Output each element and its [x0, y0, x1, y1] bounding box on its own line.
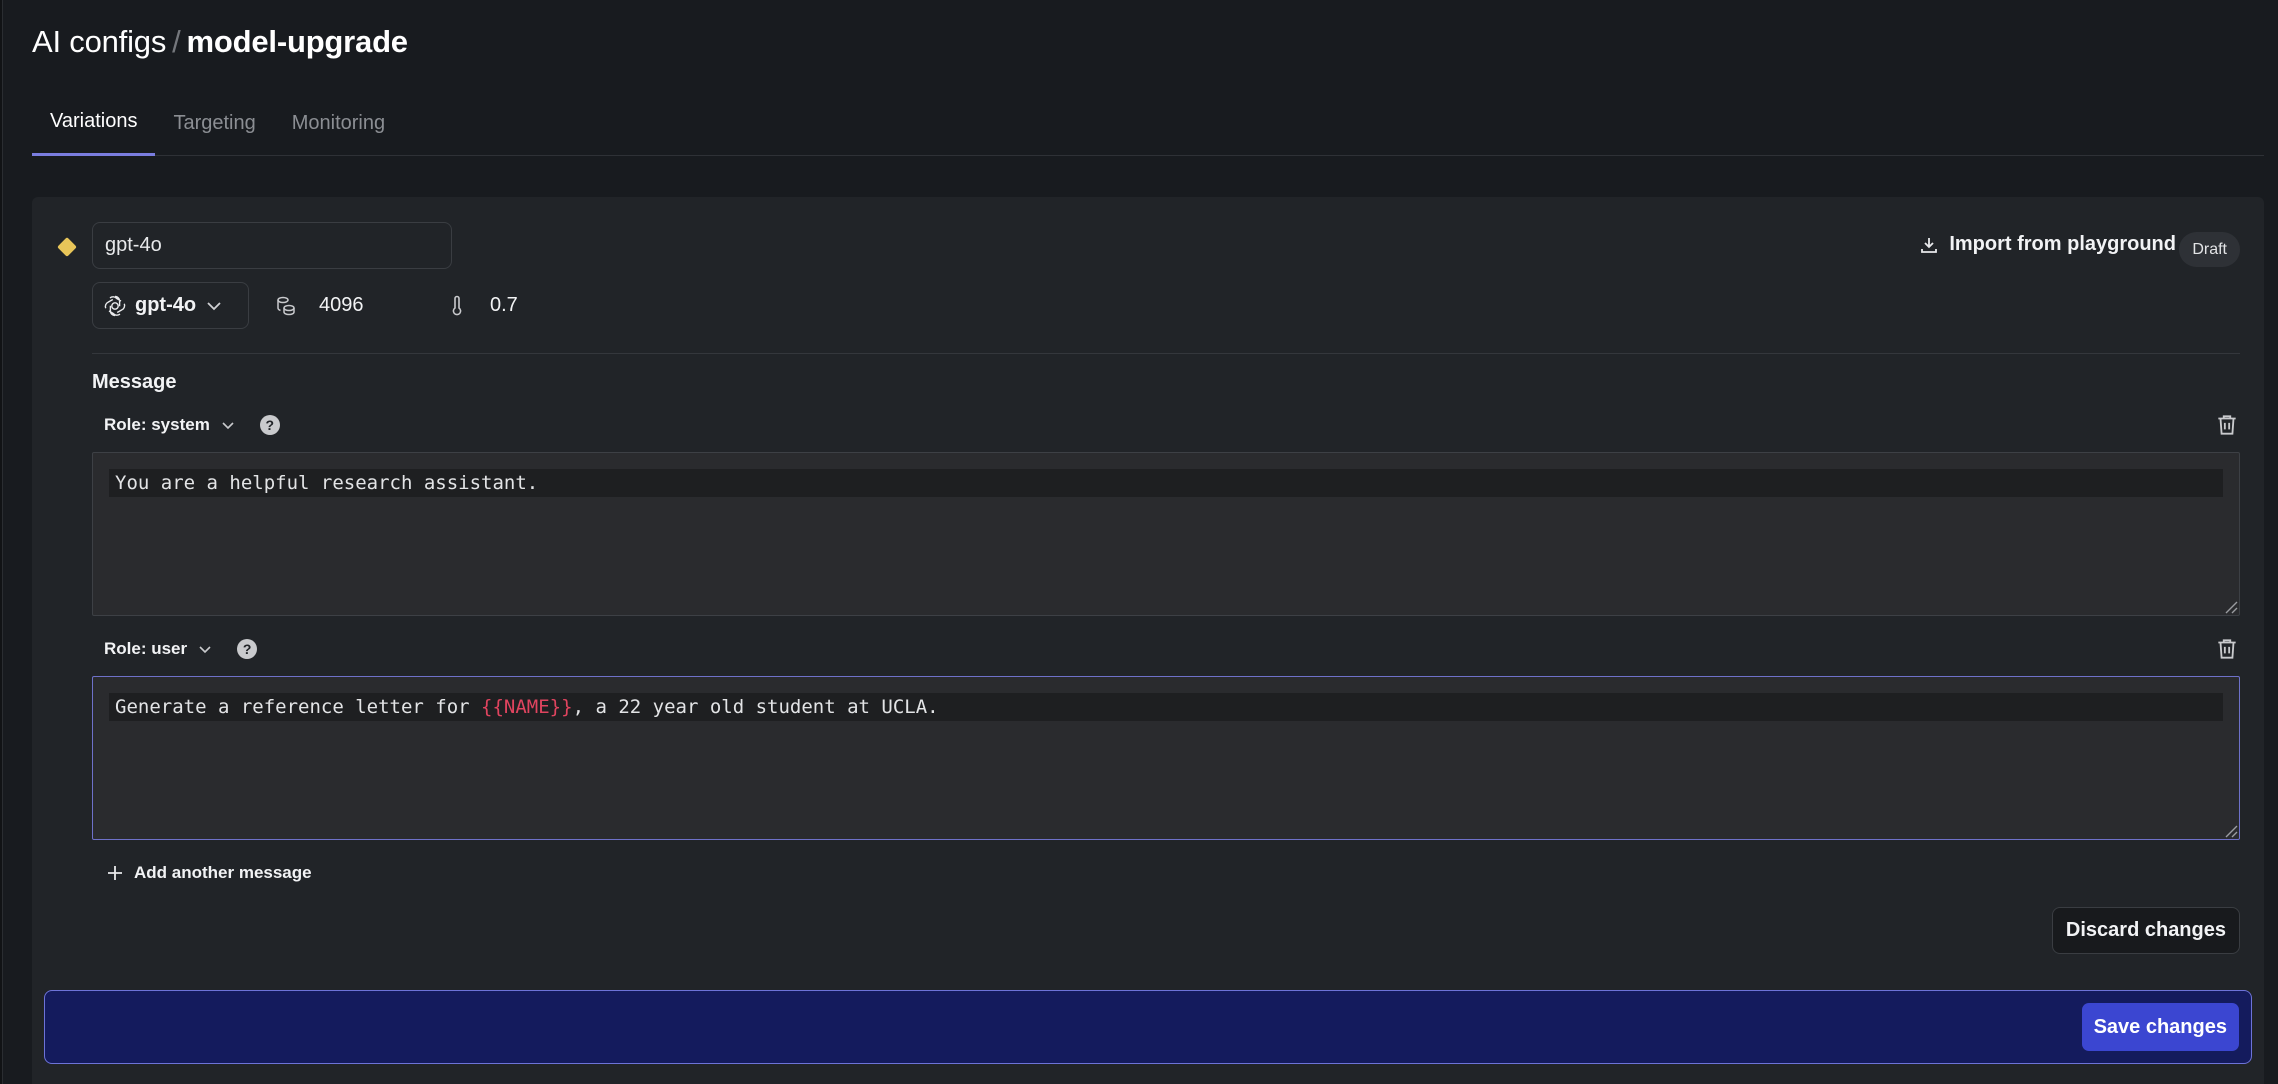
tab-targeting[interactable]: Targeting	[155, 96, 273, 156]
left-rail	[0, 0, 3, 1084]
template-variable: {{NAME}}	[481, 696, 573, 718]
chevron-down-icon	[222, 422, 234, 430]
tokens-icon	[277, 296, 295, 315]
role-select-user[interactable]: Role: user	[92, 639, 213, 659]
chevron-down-icon	[207, 301, 221, 310]
message-text: Generate a reference letter for {{NAME}}…	[109, 693, 2223, 721]
temperature-value: 0.7	[490, 294, 518, 316]
message-section-label: Message	[92, 371, 177, 393]
role-select-label: Role: user	[104, 639, 188, 658]
chevron-down-icon	[199, 646, 211, 654]
breadcrumb-parent[interactable]: AI configs	[32, 24, 166, 59]
help-icon[interactable]: ?	[259, 415, 280, 435]
delete-message-button[interactable]	[2214, 412, 2240, 438]
message-header-system: Role: system ?	[92, 407, 2240, 443]
breadcrumb-separator: /	[172, 24, 181, 59]
message-textarea-user[interactable]: Generate a reference letter for {{NAME}}…	[92, 676, 2240, 840]
discard-changes-button[interactable]: Discard changes	[2051, 907, 2240, 954]
openai-logo-icon	[104, 295, 126, 316]
add-message-label: Add another message	[134, 863, 312, 882]
tab-bar: Variations Targeting Monitoring	[32, 96, 2264, 156]
resize-handle-icon[interactable]	[2224, 600, 2238, 614]
save-bar: Save changes	[44, 990, 2252, 1064]
resize-handle-icon[interactable]	[2224, 824, 2238, 838]
diamond-icon	[57, 237, 77, 257]
trash-icon	[2218, 415, 2236, 435]
temperature-param[interactable]: 0.7	[446, 282, 518, 329]
help-icon[interactable]: ?	[237, 639, 258, 659]
model-select-value: gpt-4o	[135, 294, 197, 316]
model-select[interactable]: gpt-4o	[92, 282, 249, 329]
import-label: Import from playground	[1949, 233, 2176, 255]
max-tokens-param[interactable]: 4096	[275, 282, 364, 329]
message-text: You are a helpful research assistant.	[109, 469, 2223, 497]
trash-icon	[2218, 639, 2236, 659]
status-badge: Draft	[2179, 232, 2240, 267]
import-from-playground-button[interactable]: Import from playground	[1919, 233, 2176, 256]
message-header-user: Role: user ?	[92, 631, 2240, 667]
delete-message-button[interactable]	[2214, 636, 2240, 662]
divider	[92, 353, 2240, 354]
add-message-button[interactable]: Add another message	[106, 863, 312, 883]
max-tokens-value: 4096	[319, 294, 364, 316]
message-text-after: , a 22 year old student at UCLA.	[572, 696, 939, 718]
page-title: AI configs / model-upgrade	[32, 24, 408, 60]
plus-icon	[108, 866, 122, 880]
role-select-system[interactable]: Role: system	[92, 415, 236, 435]
tab-variations[interactable]: Variations	[32, 96, 156, 156]
breadcrumb-current: model-upgrade	[186, 24, 409, 59]
role-select-label: Role: system	[104, 415, 210, 434]
message-text-before: Generate a reference letter for	[115, 696, 482, 718]
thermometer-icon	[452, 295, 462, 315]
variation-card: gpt-4o 4096 0.7 Import from playground D…	[32, 197, 2264, 1084]
download-icon	[1921, 237, 1938, 253]
message-textarea-system[interactable]: You are a helpful research assistant.	[92, 452, 2240, 616]
tab-monitoring[interactable]: Monitoring	[274, 96, 403, 156]
save-changes-button[interactable]: Save changes	[2081, 1003, 2239, 1051]
variation-name-input[interactable]	[92, 222, 452, 269]
